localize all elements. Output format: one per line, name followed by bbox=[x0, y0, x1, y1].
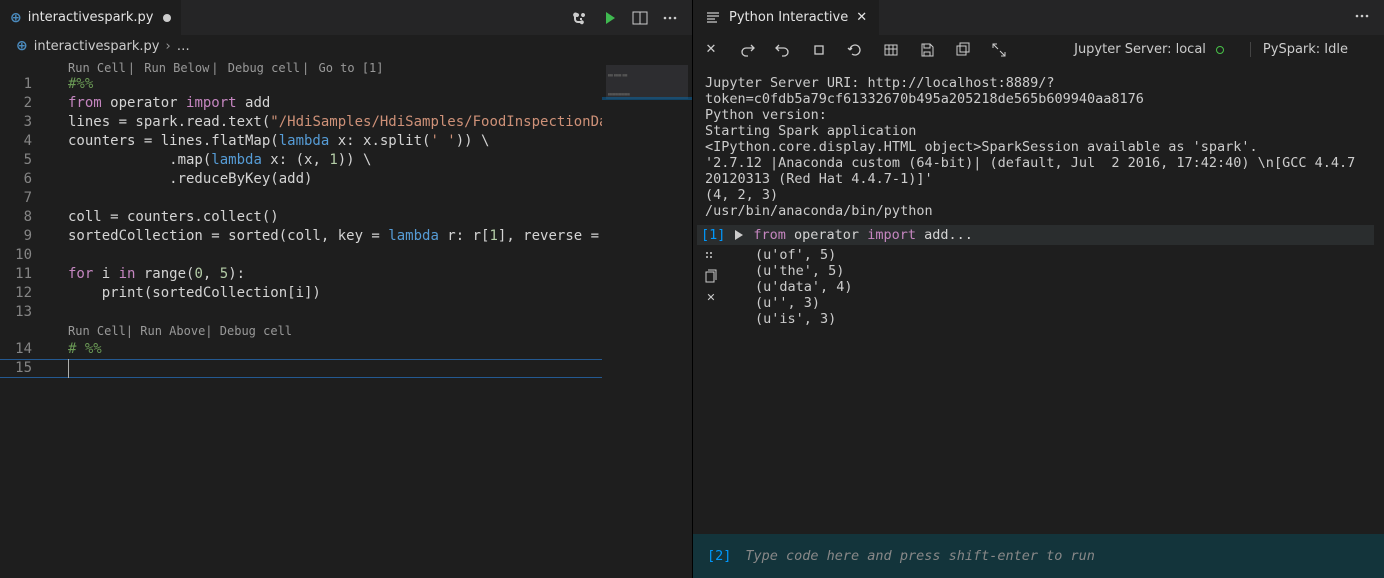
pyspark-status[interactable]: PySpark: Idle bbox=[1250, 42, 1354, 57]
run-icon[interactable] bbox=[602, 10, 618, 26]
minimap-content: ████ ██████ ████████████████████████████… bbox=[606, 65, 688, 99]
interactive-output-header: Jupyter Server URI: http://localhost:888… bbox=[697, 75, 1374, 219]
cell-delete-icon[interactable]: ✕ bbox=[703, 289, 719, 305]
codelens-bottom: Run Cell| Run Above| Debug cell bbox=[68, 322, 292, 341]
text-cursor bbox=[68, 359, 69, 378]
interactive-input[interactable]: [2] Type code here and press shift-enter… bbox=[693, 534, 1384, 578]
codelens-run-cell[interactable]: Run Cell bbox=[68, 61, 126, 75]
jupyter-server-status[interactable]: Jupyter Server: local bbox=[1068, 42, 1230, 57]
input-prompt: [2] bbox=[707, 548, 731, 564]
restart-icon[interactable] bbox=[847, 42, 863, 58]
codelens-run-below[interactable]: Run Below bbox=[144, 61, 209, 75]
expand-icon[interactable] bbox=[991, 42, 1007, 58]
interactive-tab-title: Python Interactive bbox=[729, 10, 848, 25]
split-editor-icon[interactable] bbox=[632, 10, 648, 26]
cell-code-preview: from operator import add... bbox=[753, 227, 972, 243]
breadcrumb-more: … bbox=[177, 39, 190, 54]
cell-header[interactable]: [1] from operator import add... bbox=[697, 225, 1374, 245]
python-file-icon: ⊕ bbox=[16, 38, 28, 54]
lines-icon bbox=[705, 10, 721, 26]
run-cell-icon[interactable] bbox=[731, 227, 747, 243]
breadcrumb-file: interactivespark.py bbox=[34, 39, 160, 54]
python-file-icon: ⊕ bbox=[10, 10, 22, 26]
redo-icon[interactable] bbox=[739, 42, 755, 58]
more-actions-icon[interactable] bbox=[1354, 8, 1370, 24]
editor-tab[interactable]: ⊕ interactivespark.py bbox=[0, 0, 181, 35]
breadcrumb[interactable]: ⊕ interactivespark.py › … bbox=[0, 35, 692, 57]
server-indicator-icon bbox=[1216, 46, 1224, 54]
codelens-debug-cell[interactable]: Debug cell bbox=[228, 61, 300, 75]
more-actions-icon[interactable] bbox=[662, 10, 678, 26]
source-control-icon[interactable] bbox=[572, 10, 588, 26]
chevron-right-icon: › bbox=[165, 39, 170, 54]
save-icon[interactable] bbox=[919, 42, 935, 58]
clear-icon[interactable]: ✕ bbox=[703, 42, 719, 58]
cell-output: (u'of', 5) (u'the', 5) (u'data', 4) (u''… bbox=[725, 247, 853, 327]
editor-tab-title: interactivespark.py bbox=[28, 10, 154, 25]
minimap[interactable]: ████ ██████ ████████████████████████████… bbox=[602, 57, 692, 578]
current-line-highlight bbox=[0, 359, 692, 378]
codelens-top: Run Cell| Run Below| Debug cell| Go to [… bbox=[0, 57, 692, 80]
close-icon[interactable]: ✕ bbox=[856, 10, 867, 25]
codelens-debug-cell-2[interactable]: Debug cell bbox=[220, 324, 292, 338]
modified-indicator bbox=[163, 14, 171, 22]
minimap-highlight bbox=[602, 97, 692, 100]
stop-icon[interactable] bbox=[811, 42, 827, 58]
cell-label: [1] bbox=[701, 227, 725, 243]
input-placeholder: Type code here and press shift-enter to … bbox=[745, 548, 1095, 564]
cell-copy-icon[interactable] bbox=[703, 269, 719, 285]
cell-grid-icon[interactable] bbox=[703, 249, 719, 265]
codelens-run-above[interactable]: Run Above bbox=[140, 324, 205, 338]
variables-icon[interactable] bbox=[883, 42, 899, 58]
interactive-tab[interactable]: Python Interactive ✕ bbox=[693, 0, 879, 35]
export-icon[interactable] bbox=[955, 42, 971, 58]
undo-icon[interactable] bbox=[775, 42, 791, 58]
code-editor[interactable]: Run Cell| Run Below| Debug cell| Go to [… bbox=[0, 57, 692, 578]
codelens-goto[interactable]: Go to [1] bbox=[318, 61, 383, 75]
codelens-run-cell-2[interactable]: Run Cell bbox=[68, 324, 126, 338]
